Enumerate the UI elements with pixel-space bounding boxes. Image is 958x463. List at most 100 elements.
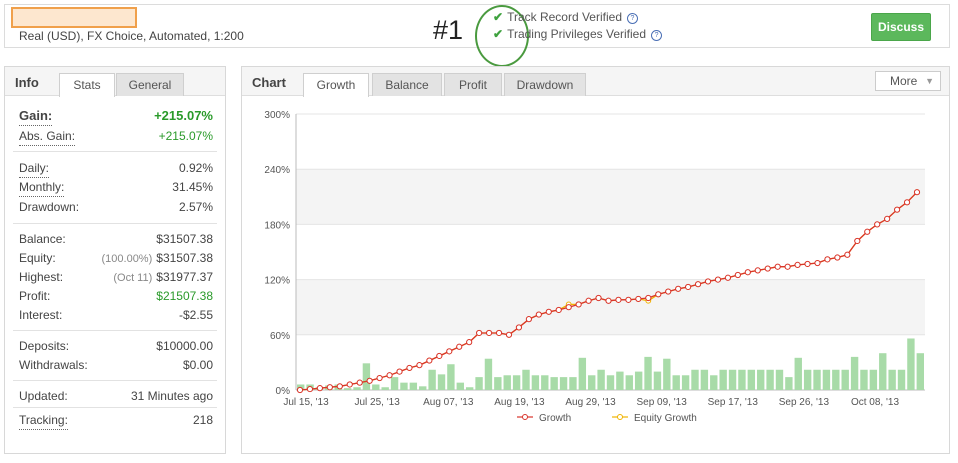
tab-growth[interactable]: Growth <box>303 73 369 97</box>
interest-label: Interest: <box>19 308 63 322</box>
deposits-label: Deposits: <box>19 339 70 353</box>
chevron-down-icon: ▼ <box>925 76 934 86</box>
growth-point <box>844 251 851 258</box>
grid-band <box>296 279 925 335</box>
growth-point <box>356 379 363 386</box>
stat-balance: Balance: $31507.38 <box>19 230 213 248</box>
growth-point <box>525 316 532 323</box>
legend-marker <box>617 414 623 420</box>
verification-label: Trading Privileges Verified <box>507 27 647 41</box>
daily-bar <box>663 358 671 390</box>
verification-label: Track Record Verified <box>507 10 622 24</box>
daily-bar <box>559 377 568 390</box>
daily-bar <box>494 377 502 390</box>
y-tick-label: 0% <box>276 386 291 397</box>
balance-value: $31507.38 <box>156 232 213 246</box>
stat-updated: Updated: 31 Minutes ago <box>19 387 213 405</box>
abs-gain-value: +215.07% <box>158 129 213 143</box>
discuss-button[interactable]: Discuss <box>871 13 931 41</box>
stat-tracking: Tracking: 218 <box>19 411 213 430</box>
chart-title: Chart <box>252 75 286 90</box>
growth-point <box>665 288 672 295</box>
tab-stats[interactable]: Stats <box>59 73 115 97</box>
growth-point <box>366 377 373 384</box>
daily-bar <box>475 377 483 390</box>
daily-bar <box>578 357 587 390</box>
daily-bar <box>766 369 774 390</box>
growth-point <box>754 267 761 274</box>
growth-point <box>854 237 861 245</box>
tracking-value: 218 <box>192 413 213 427</box>
x-tick-label: Sep 17, '13 <box>708 397 759 408</box>
daily-bar <box>362 363 371 390</box>
daily-bar <box>747 369 756 390</box>
growth-point <box>346 381 353 388</box>
tab-drawdown[interactable]: Drawdown <box>504 73 586 96</box>
daily-bar <box>550 377 558 390</box>
growth-point <box>864 228 871 235</box>
growth-point <box>476 329 483 337</box>
tracking-label[interactable]: Tracking: <box>19 411 68 430</box>
x-tick-label: Aug 29, '13 <box>565 397 616 408</box>
check-icon: ✔ <box>493 10 504 24</box>
growth-point <box>893 206 901 213</box>
growth-point <box>466 339 473 346</box>
grid-band <box>296 169 925 225</box>
daily-bar <box>803 369 812 390</box>
growth-point <box>575 301 582 308</box>
daily-bar <box>672 375 680 390</box>
daily-bar <box>625 375 633 390</box>
stat-abs-gain: Abs. Gain: +215.07% <box>19 127 213 146</box>
daily-bar <box>447 364 455 390</box>
tab-general[interactable]: General <box>116 73 184 96</box>
growth-point <box>635 295 642 303</box>
abs-gain-label[interactable]: Abs. Gain: <box>19 127 76 146</box>
growth-point <box>704 278 712 285</box>
daily-bar <box>465 387 474 390</box>
daily-bar <box>841 369 849 390</box>
daily-bar <box>822 369 831 390</box>
monthly-label[interactable]: Monthly: <box>19 178 65 197</box>
divider <box>13 380 217 381</box>
x-tick-label: Jul 25, '13 <box>354 397 400 408</box>
interest-value: -$2.55 <box>178 308 213 322</box>
help-icon[interactable]: ? <box>651 30 663 41</box>
growth-point <box>595 294 602 302</box>
growth-point <box>913 189 921 196</box>
tab-profit[interactable]: Profit <box>444 73 502 96</box>
highest-label: Highest: <box>19 270 64 284</box>
growth-point <box>804 260 811 268</box>
growth-point <box>376 374 383 382</box>
daily-bar <box>785 377 793 390</box>
profit-label: Profit: <box>19 289 51 303</box>
growth-point <box>306 385 314 393</box>
stat-equity: Equity: (100.00%) $31507.38 <box>19 249 213 267</box>
tab-balance[interactable]: Balance <box>372 73 442 96</box>
help-icon[interactable]: ? <box>627 13 638 24</box>
growth-point <box>426 357 433 364</box>
y-tick-label: 300% <box>264 110 290 121</box>
growth-point <box>714 276 722 283</box>
daily-bar <box>381 387 389 390</box>
grid-band <box>296 114 925 170</box>
account-name <box>11 7 137 28</box>
gain-label[interactable]: Gain: <box>19 107 53 126</box>
equity-label: Equity: <box>19 251 56 265</box>
account-header: Real (USD), FX Choice, Automated, 1:200 … <box>4 4 950 67</box>
growth-point <box>655 291 662 298</box>
x-tick-label: Sep 26, '13 <box>779 397 830 408</box>
daily-bar <box>634 371 643 390</box>
stat-gain: Gain: +215.07% <box>19 107 213 126</box>
daily-bar <box>400 382 408 390</box>
daily-bar <box>681 375 690 390</box>
growth-point <box>515 324 523 331</box>
daily-label[interactable]: Daily: <box>19 159 50 178</box>
more-dropdown[interactable]: More ▼ <box>875 71 941 91</box>
daily-bar <box>897 369 906 390</box>
daily-bar <box>456 382 464 390</box>
stat-withdrawals: Withdrawals: $0.00 <box>19 356 213 374</box>
stat-profit: Profit: $21507.38 <box>19 287 213 305</box>
growth-point <box>296 386 304 394</box>
daily-bar <box>888 369 896 390</box>
drawdown-value: 2.57% <box>178 200 213 214</box>
